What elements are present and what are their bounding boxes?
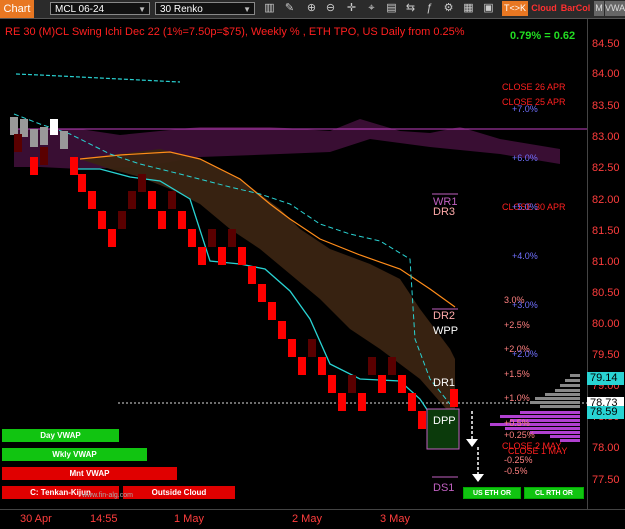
cyan-price-tag: 79.14 [587, 372, 624, 385]
dpp-label: DPP [433, 415, 456, 427]
pct-minus-0-25: -0.25% [504, 455, 533, 465]
pct-plus-6: +6.0% [512, 153, 538, 163]
pct-plus-4: +4.0% [512, 251, 538, 261]
dr2-label: DR2 [433, 310, 456, 322]
chart-toolbar: Chart MCL 06-24 ▼ 30 Renko ▼ ▥ ✎ ⊕ ⊖ ✛ ⌖… [0, 0, 625, 19]
global-crosshair-icon[interactable]: ⌖ [364, 1, 379, 16]
bar-type-select[interactable]: 30 Renko ▼ [155, 2, 255, 15]
price-tick: 77.50 [592, 474, 620, 486]
vwap-toggle-button[interactable]: VWA [605, 1, 625, 16]
symbol-select[interactable]: MCL 06-24 ▼ [50, 2, 150, 15]
time-tick: 2 May [292, 513, 322, 525]
barcol-toggle-button[interactable]: BarCol [559, 1, 592, 16]
down-arrow-icon [466, 411, 484, 482]
cloud-toggle-button[interactable]: Cloud [530, 1, 558, 16]
price-tick: 83.00 [592, 131, 620, 143]
time-tick: 14:55 [90, 513, 118, 525]
wkly-vwap-button[interactable]: Wkly VWAP [2, 448, 147, 461]
pct-plus-0-25: +0.25% [504, 430, 535, 440]
ds1-label: DS1 [433, 482, 455, 494]
price-tick: 84.50 [592, 38, 620, 50]
pct-minus-0-5: -0.5% [504, 466, 528, 476]
us-eth-or-button[interactable]: US ETH OR [463, 487, 521, 499]
time-tick: 30 Apr [20, 513, 52, 525]
price-tick: 83.50 [592, 100, 620, 112]
zoom-in-icon[interactable]: ⊕ [304, 1, 319, 16]
wpp-label: WPP [433, 325, 459, 337]
pct-plus-7: +7.0% [512, 104, 538, 114]
properties-icon[interactable]: ▦ [461, 1, 476, 16]
pct-plus-1: +1.0% [504, 393, 530, 403]
study-header: RE 30 (M)CL Swing Ichi Dec 22 (1%=7.50p=… [5, 26, 465, 38]
strategy-icon[interactable]: ⚙ [441, 1, 456, 16]
price-tick: 80.00 [592, 318, 620, 330]
pct-plus-2-5: +2.5% [504, 320, 530, 330]
price-tick: 82.50 [592, 162, 620, 174]
symbol-value: MCL 06-24 [55, 4, 105, 15]
crosshair-icon[interactable]: ✛ [344, 1, 359, 16]
zoom-out-icon[interactable]: ⊖ [323, 1, 338, 16]
price-tick: 78.00 [592, 442, 620, 454]
pct-readout: 0.79% = 0.62 [510, 30, 576, 42]
close-26apr-label: CLOSE 26 APR [502, 82, 566, 92]
day-vwap-button[interactable]: Day VWAP [2, 429, 119, 442]
pct-plus-0-5: +0.5% [504, 418, 530, 428]
dr3-label: DR3 [433, 206, 456, 218]
pct-plus-2-blue: +2.0% [512, 349, 538, 359]
watermark: www.fin-alg.com [82, 492, 133, 499]
pct-plus-1-5: +1.5% [504, 369, 530, 379]
time-tick: 3 May [380, 513, 410, 525]
chart-title-tab[interactable]: Chart [0, 0, 34, 18]
renko-bricks [10, 117, 458, 429]
pct-plus-3: +3.0% [512, 300, 538, 310]
outside-cloud-button[interactable]: Outside Cloud [123, 486, 235, 499]
drawing-tools-icon[interactable]: ✎ [282, 1, 297, 16]
bar-chart-icon[interactable]: ▥ [262, 1, 277, 16]
tk-toggle-button[interactable]: T<>K [502, 1, 528, 16]
m-toggle-button[interactable]: M [594, 1, 604, 16]
snapshot-icon[interactable]: ▣ [481, 1, 496, 16]
dr1-label: DR1 [433, 377, 456, 389]
chevron-down-icon: ▼ [138, 5, 146, 14]
price-tick: 81.00 [592, 256, 620, 268]
cyan-price-tag-2: 78.59 [587, 406, 624, 419]
price-tick: 82.00 [592, 194, 620, 206]
bar-type-value: 30 Renko [160, 4, 203, 15]
indicators-icon[interactable]: ƒ [422, 1, 437, 16]
dashed-ma-line [15, 73, 181, 83]
price-tick: 84.00 [592, 68, 620, 80]
scroll-icon[interactable]: ⇆ [403, 1, 418, 16]
price-tick: 79.50 [592, 349, 620, 361]
price-tick: 81.50 [592, 225, 620, 237]
price-tick: 80.50 [592, 287, 620, 299]
chevron-down-icon: ▼ [243, 5, 251, 14]
pct-plus-5: +5.0% [512, 202, 538, 212]
cl-rth-or-button[interactable]: CL RTH OR [524, 487, 584, 499]
pin-icon[interactable]: ▤ [384, 1, 399, 16]
time-tick: 1 May [174, 513, 204, 525]
mnt-vwap-button[interactable]: Mnt VWAP [2, 467, 177, 480]
